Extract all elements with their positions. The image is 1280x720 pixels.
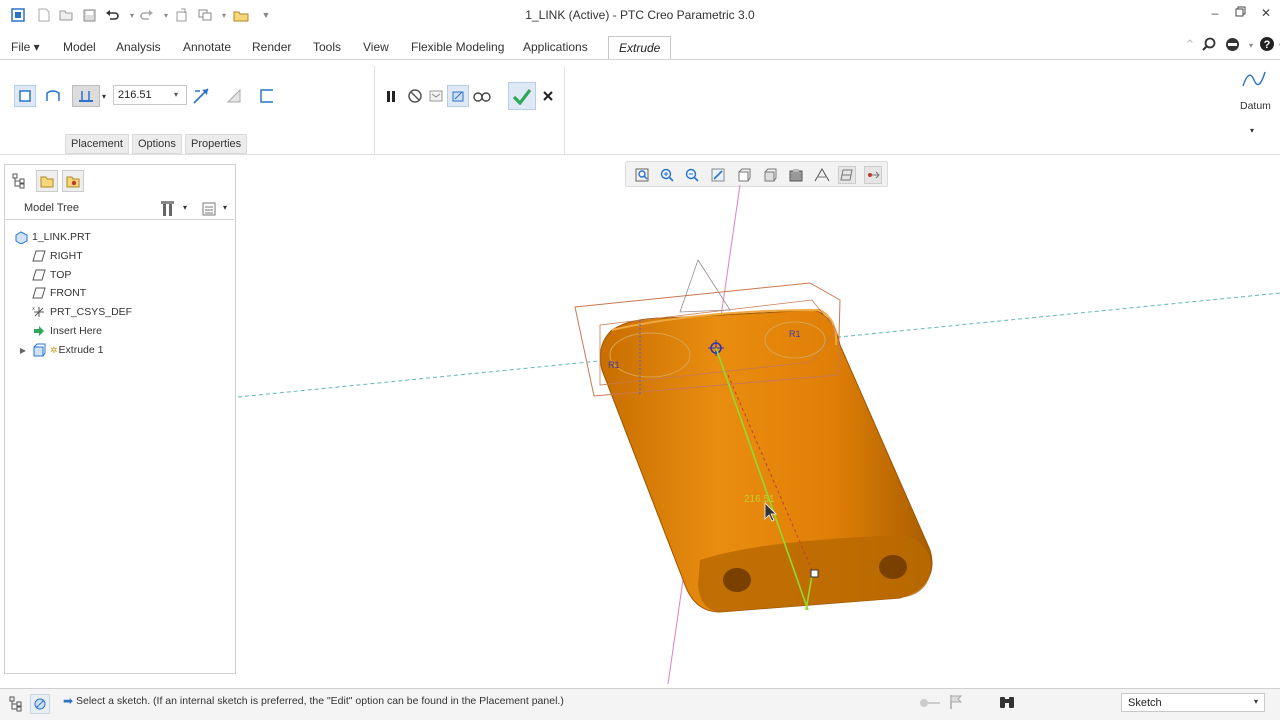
regeneration-status-icon <box>917 694 943 712</box>
graphics-area[interactable] <box>0 0 1280 720</box>
depth-dimension-label[interactable]: 216.51 <box>744 494 775 505</box>
sketch-radius-label: R1 <box>789 329 801 339</box>
selection-filter-select[interactable]: Sketch <box>1121 693 1265 712</box>
depth-drag-handle[interactable] <box>810 569 819 578</box>
extruded-part[interactable] <box>599 308 933 613</box>
sketch-radius-label: R1 <box>608 360 620 370</box>
navigator-toggle-icon[interactable] <box>6 694 26 714</box>
message-arrow-icon: ➡ <box>63 694 74 708</box>
flag-icon[interactable] <box>947 693 965 711</box>
filter-dropdown-icon[interactable]: ▾ <box>1254 697 1258 706</box>
browser-toggle-icon[interactable] <box>30 694 50 714</box>
find-icon[interactable] <box>996 692 1018 712</box>
status-message: Select a sketch. (If an internal sketch … <box>76 695 564 707</box>
